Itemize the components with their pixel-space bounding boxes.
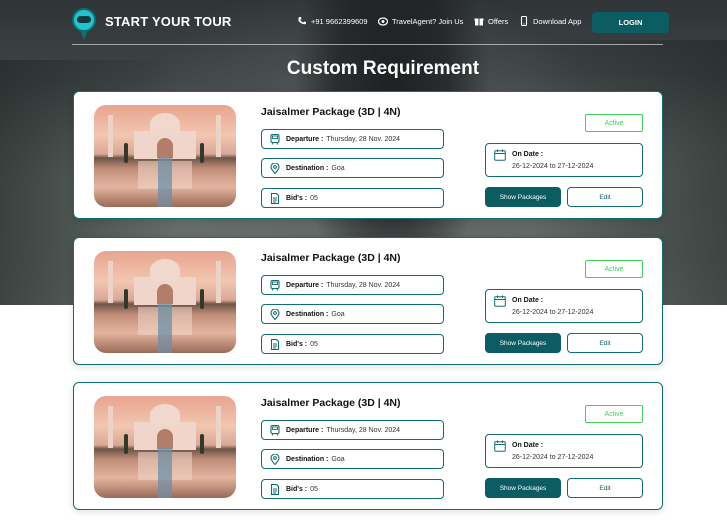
- date-range-value: 26-12-2024 to 27-12-2024: [512, 163, 594, 170]
- bids-value: 05: [310, 340, 318, 348]
- departure-label: Departure :: [286, 135, 324, 143]
- offers-link[interactable]: Offers: [474, 16, 508, 26]
- package-title: Jaisalmer Package (3D | 4N): [261, 106, 401, 118]
- date-range-box: On Date : 26-12-2024 to 27-12-2024: [485, 434, 643, 468]
- departure-label: Departure :: [286, 281, 324, 289]
- departure-value: Thursday, 28 Nov. 2024: [326, 426, 401, 434]
- train-icon: [270, 424, 280, 436]
- on-date-label: On Date :: [512, 151, 544, 158]
- bids-label: Bid's :: [286, 340, 308, 348]
- download-app-label: Download App: [533, 16, 582, 26]
- phone-link[interactable]: +91 9662399609: [297, 16, 368, 26]
- destination-field: Destination : Goa: [261, 158, 444, 178]
- download-app-link[interactable]: Download App: [519, 16, 581, 26]
- destination-value: Goa: [331, 455, 345, 463]
- brand-name[interactable]: START YOUR TOUR: [105, 14, 232, 29]
- status-badge: Active: [585, 260, 643, 278]
- agent-icon: [378, 17, 388, 26]
- document-icon: [270, 338, 280, 350]
- destination-field: Destination : Goa: [261, 449, 444, 469]
- document-icon: [270, 192, 280, 204]
- date-range-box: On Date : 26-12-2024 to 27-12-2024: [485, 143, 643, 177]
- bids-value: 05: [310, 194, 318, 202]
- destination-value: Goa: [331, 164, 345, 172]
- package-title: Jaisalmer Package (3D | 4N): [261, 252, 401, 264]
- departure-field: Departure : Thursday, 28 Nov. 2024: [261, 275, 444, 295]
- destination-label: Destination :: [286, 164, 329, 172]
- page-title: Custom Requirement: [286, 58, 480, 79]
- requirement-card: Jaisalmer Package (3D | 4N) Departure : …: [73, 382, 663, 510]
- show-packages-button[interactable]: Show Packages: [485, 333, 561, 353]
- edit-button[interactable]: Edit: [567, 478, 643, 498]
- calendar-icon: [494, 149, 506, 161]
- bids-field: Bid's : 05: [261, 334, 444, 354]
- join-agent-link[interactable]: TravelAgent? Join Us: [378, 16, 463, 26]
- phone-icon: [298, 17, 306, 25]
- date-range-value: 26-12-2024 to 27-12-2024: [512, 454, 594, 461]
- show-packages-button[interactable]: Show Packages: [485, 478, 561, 498]
- destination-label: Destination :: [286, 310, 329, 318]
- departure-label: Departure :: [286, 426, 324, 434]
- bids-field: Bid's : 05: [261, 188, 444, 208]
- calendar-icon: [494, 295, 506, 307]
- phone-number: +91 9662399609: [311, 16, 368, 26]
- date-range-box: On Date : 26-12-2024 to 27-12-2024: [485, 289, 643, 323]
- document-icon: [270, 483, 280, 495]
- package-title: Jaisalmer Package (3D | 4N): [261, 397, 401, 409]
- bids-label: Bid's :: [286, 485, 308, 493]
- destination-field: Destination : Goa: [261, 304, 444, 324]
- package-thumbnail[interactable]: [94, 251, 236, 353]
- edit-button[interactable]: Edit: [567, 333, 643, 353]
- requirement-card: Jaisalmer Package (3D | 4N) Departure : …: [73, 237, 663, 365]
- offers-label: Offers: [488, 16, 509, 26]
- bids-value: 05: [310, 485, 318, 493]
- bids-label: Bid's :: [286, 194, 308, 202]
- navbar: START YOUR TOUR +91 9662399609 TravelAge…: [0, 0, 727, 46]
- join-agent-label: TravelAgent? Join Us: [392, 16, 464, 26]
- location-icon: [270, 453, 280, 465]
- departure-value: Thursday, 28 Nov. 2024: [326, 281, 401, 289]
- destination-value: Goa: [331, 310, 345, 318]
- calendar-icon: [494, 440, 506, 452]
- logo-icon[interactable]: [70, 8, 98, 40]
- on-date-label: On Date :: [512, 297, 544, 304]
- status-badge: Active: [585, 405, 643, 423]
- mobile-icon: [520, 16, 528, 26]
- nav-divider: [72, 44, 663, 45]
- location-icon: [270, 162, 280, 174]
- requirement-card: Jaisalmer Package (3D | 4N) Departure : …: [73, 91, 663, 219]
- show-packages-button[interactable]: Show Packages: [485, 187, 561, 207]
- status-badge: Active: [585, 114, 643, 132]
- departure-field: Departure : Thursday, 28 Nov. 2024: [261, 129, 444, 149]
- edit-button[interactable]: Edit: [567, 187, 643, 207]
- departure-value: Thursday, 28 Nov. 2024: [326, 135, 401, 143]
- departure-field: Departure : Thursday, 28 Nov. 2024: [261, 420, 444, 440]
- location-icon: [270, 308, 280, 320]
- login-button[interactable]: LOGIN: [592, 12, 669, 33]
- date-range-value: 26-12-2024 to 27-12-2024: [512, 309, 594, 316]
- destination-label: Destination :: [286, 455, 329, 463]
- train-icon: [270, 133, 280, 145]
- on-date-label: On Date :: [512, 442, 544, 449]
- bids-field: Bid's : 05: [261, 479, 444, 499]
- train-icon: [270, 279, 280, 291]
- gift-icon: [474, 18, 484, 26]
- package-thumbnail[interactable]: [94, 396, 236, 498]
- package-thumbnail[interactable]: [94, 105, 236, 207]
